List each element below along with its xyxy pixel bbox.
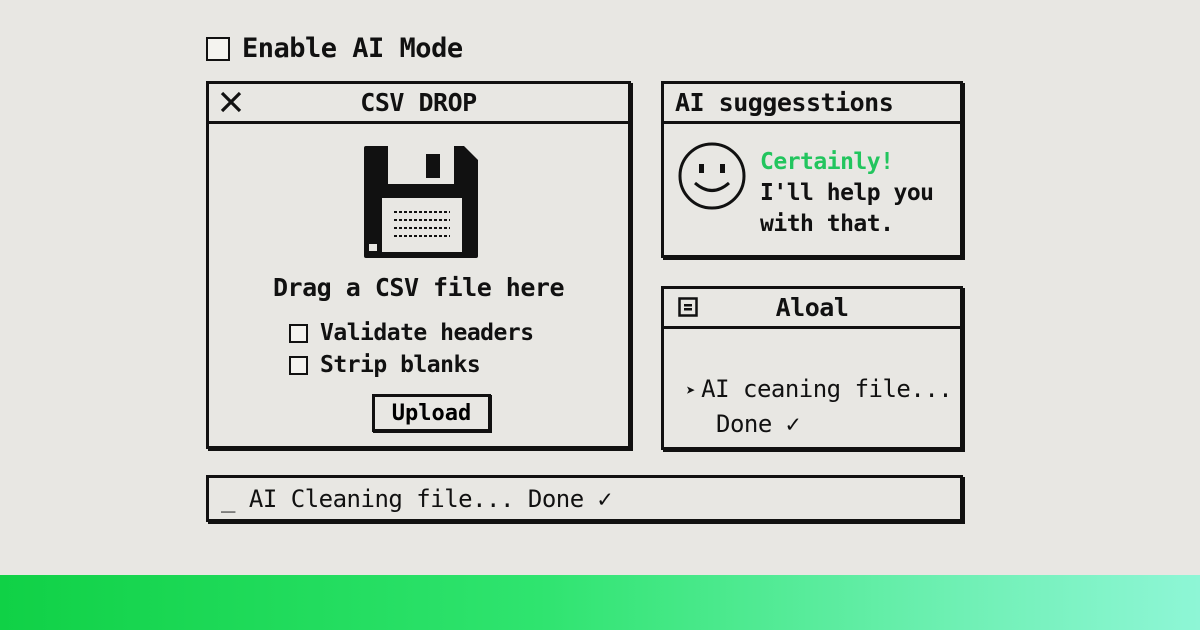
ai-suggestions-titlebar[interactable]: AI suggesstions [664, 84, 960, 124]
suggestion-line-1: Certainly! [760, 149, 894, 175]
aloal-titlebar[interactable]: Aloal [664, 289, 960, 329]
validate-headers-checkbox[interactable] [289, 323, 308, 343]
drop-instruction: Drag a CSV file here [272, 273, 565, 302]
csv-drop-title: CSV DROP [360, 88, 477, 117]
enable-ai-mode-label: Enable AI Mode [242, 33, 463, 64]
enable-ai-mode-toggle[interactable]: Enable AI Mode [206, 33, 463, 64]
validate-headers-option[interactable]: Validate headers [289, 320, 534, 346]
ai-suggestions-title: AI suggesstions [675, 88, 894, 117]
aloal-title: Aloal [775, 293, 849, 322]
gradient-strip [0, 575, 1200, 630]
menu-box-icon[interactable] [678, 297, 698, 321]
log-line-2: Done ✓ [716, 410, 800, 438]
upload-button[interactable]: Upload [372, 394, 491, 432]
arrow-icon: ➤ [686, 380, 696, 400]
validate-headers-label: Validate headers [320, 320, 534, 346]
suggestion-message: Certainly! I'll help you with that. [760, 147, 934, 240]
csv-drop-titlebar[interactable]: CSV DROP [209, 84, 628, 124]
log-line-1-text: AI ceaning file... [701, 375, 953, 403]
enable-ai-mode-checkbox[interactable] [206, 36, 230, 61]
suggestion-line-2: I'll help you [760, 180, 934, 206]
strip-blanks-option[interactable]: Strip blanks [289, 352, 481, 378]
strip-blanks-label: Strip blanks [320, 352, 481, 378]
close-x-icon[interactable] [219, 90, 243, 114]
floppy-disk-icon [364, 146, 478, 262]
strip-blanks-checkbox[interactable] [289, 355, 308, 375]
status-bar: _ AI Cleaning file... Done ✓ [206, 475, 963, 522]
aloal-window: Aloal ➤ AI ceaning file... Done ✓ [661, 286, 963, 450]
suggestion-line-3: with that. [760, 211, 894, 237]
status-text: _ AI Cleaning file... Done ✓ [221, 484, 612, 513]
smiley-face-icon [676, 140, 748, 216]
csv-drop-window: CSV DROP Drag a CSV file here Validate h… [206, 81, 631, 449]
log-line-1: ➤ AI ceaning file... [686, 375, 953, 403]
ai-suggestions-window: AI suggesstions Certainly! I'll help you… [661, 81, 963, 258]
